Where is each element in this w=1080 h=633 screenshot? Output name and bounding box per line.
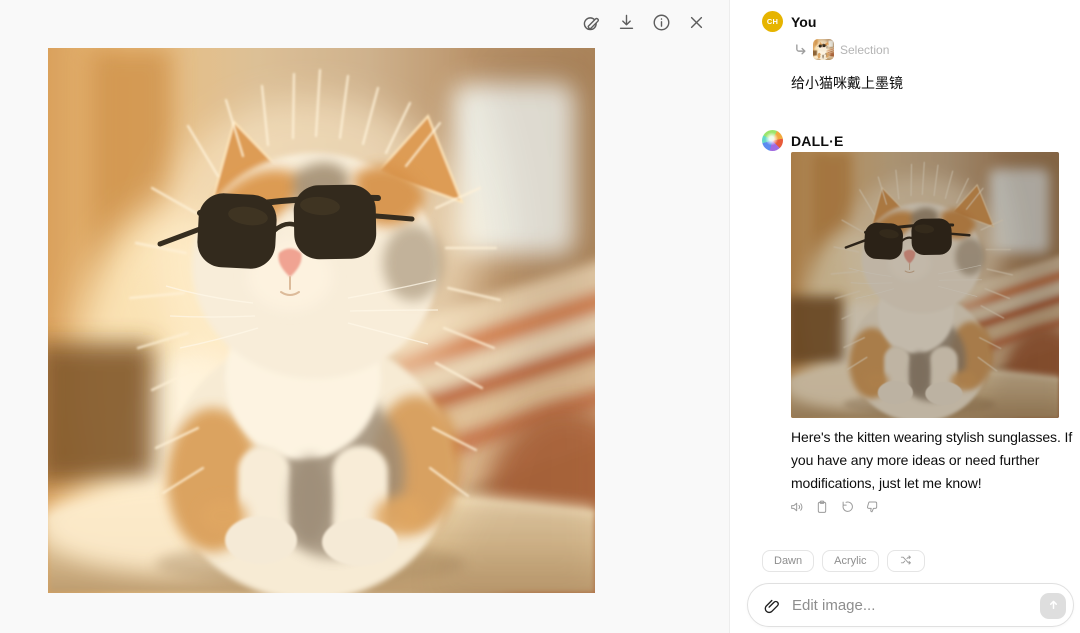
- reply-arrow-icon: [794, 43, 807, 56]
- style-chips-row: Dawn Acrylic: [762, 550, 925, 572]
- thumbnail-overlay: [791, 152, 1059, 418]
- dalle-editor-window: CH You Selection 给小猫咪戴上墨镜 DALL·E Here's …: [0, 0, 1080, 633]
- copy-icon[interactable]: [814, 498, 831, 515]
- send-button[interactable]: [1040, 593, 1066, 619]
- selection-thumbnail: [813, 39, 834, 60]
- close-icon[interactable]: [684, 10, 708, 34]
- arrow-up-icon: [1046, 597, 1061, 615]
- style-chip-dawn[interactable]: Dawn: [762, 550, 815, 572]
- thumbs-down-icon[interactable]: [864, 498, 881, 515]
- dalle-avatar: [762, 130, 783, 151]
- edit-image-input[interactable]: [792, 584, 1027, 626]
- user-avatar: CH: [762, 11, 783, 32]
- download-icon[interactable]: [614, 10, 638, 34]
- chat-panel: CH You Selection 给小猫咪戴上墨镜 DALL·E Here's …: [730, 0, 1080, 633]
- selection-label: Selection: [840, 42, 890, 57]
- image-toolbar: [579, 10, 708, 34]
- style-chip-acrylic[interactable]: Acrylic: [822, 550, 879, 572]
- user-message: 给小猫咪戴上墨镜: [791, 75, 903, 91]
- shuffle-style-chip[interactable]: [886, 550, 925, 572]
- user-avatar-initials: CH: [766, 17, 779, 26]
- paperclip-icon[interactable]: [762, 596, 782, 616]
- edited-image[interactable]: [48, 48, 595, 593]
- select-icon[interactable]: [579, 10, 603, 34]
- assistant-message: Here's the kitten wearing stylish sungla…: [791, 429, 1073, 491]
- dalle-sender-name: DALL·E: [791, 133, 844, 149]
- selection-reference[interactable]: Selection: [794, 39, 889, 60]
- user-sender-name: You: [791, 14, 817, 30]
- regenerate-icon[interactable]: [839, 498, 856, 515]
- composer-bar: [747, 583, 1074, 627]
- generated-image-thumbnail[interactable]: [791, 152, 1059, 418]
- message-actions: [789, 498, 881, 515]
- image-canvas-panel: [0, 0, 730, 633]
- info-icon[interactable]: [649, 10, 673, 34]
- shuffle-icon: [899, 553, 913, 570]
- read-aloud-icon[interactable]: [789, 498, 806, 515]
